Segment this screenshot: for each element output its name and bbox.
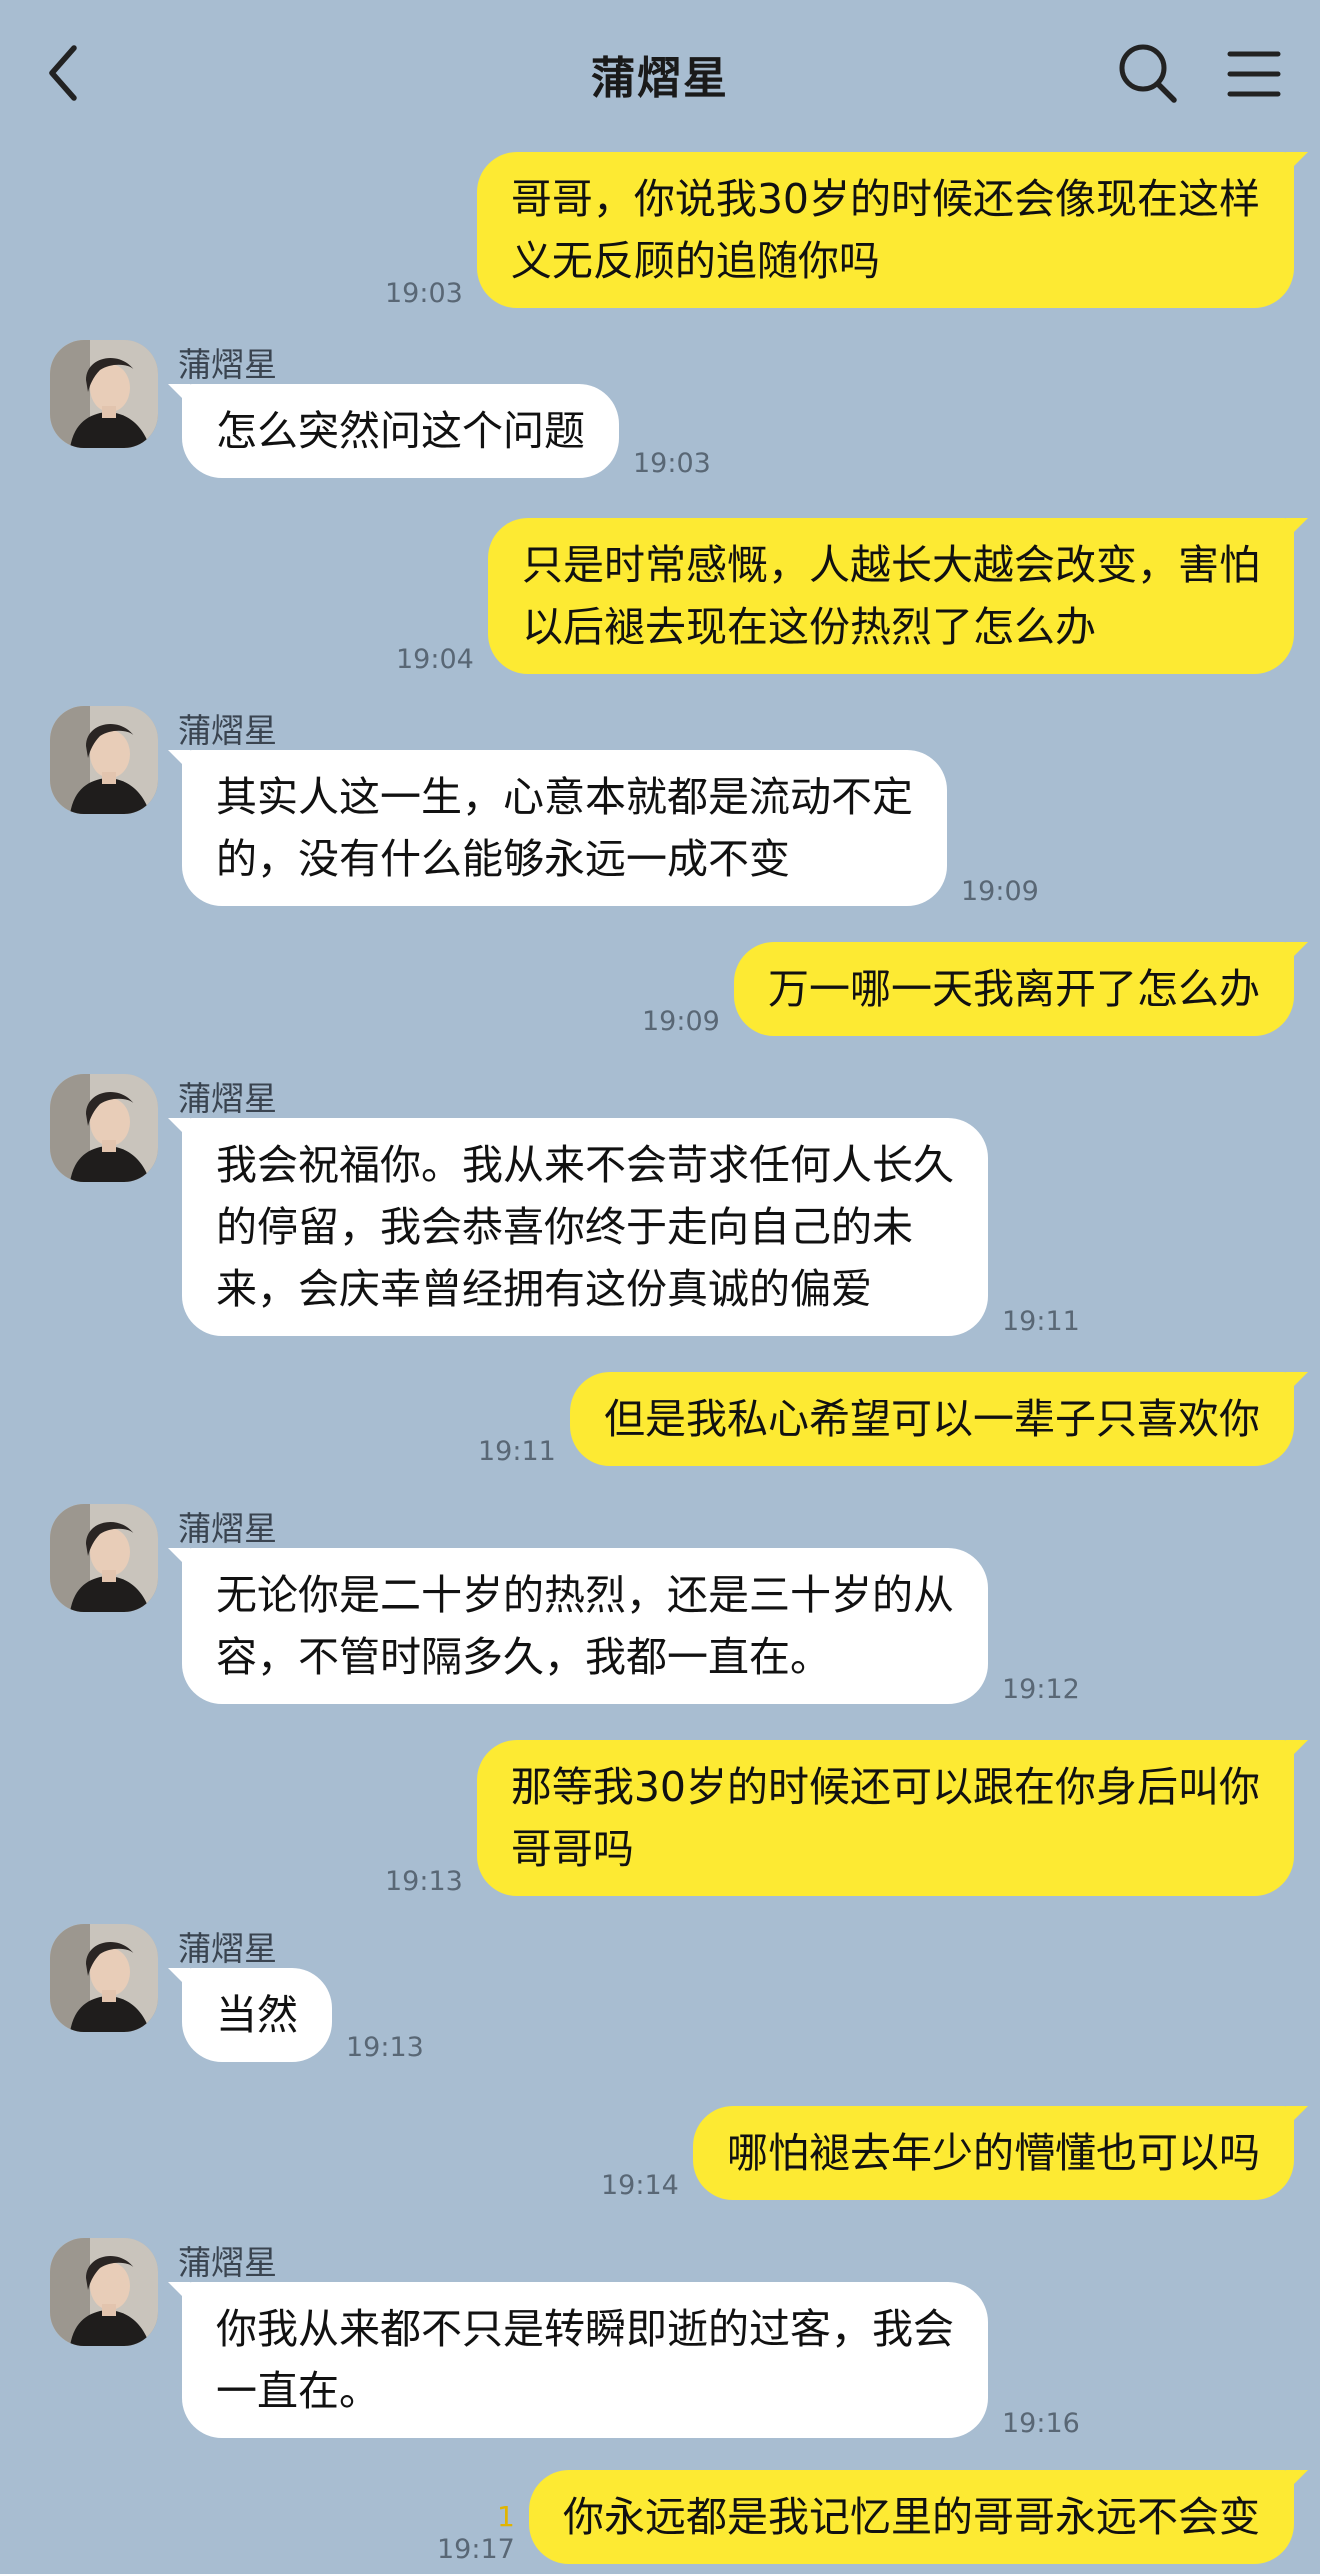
message-bubble[interactable]: 无论你是二十岁的热烈，还是三十岁的从 容，不管时隔多久，我都一直在。 bbox=[168, 1548, 988, 1704]
message-bubble[interactable]: 你我从来都不只是转瞬即逝的过客，我会 一直在。 bbox=[168, 2282, 988, 2438]
message-timestamp: 19:13 bbox=[385, 1866, 463, 1897]
menu-icon bbox=[1227, 51, 1281, 97]
sender-name: 蒲熠星 bbox=[178, 1929, 277, 1968]
avatar-image bbox=[50, 340, 158, 448]
avatar[interactable] bbox=[50, 2238, 158, 2346]
message-timestamp: 19:09 bbox=[961, 876, 1039, 907]
message-bubble[interactable]: 怎么突然问这个问题 bbox=[168, 384, 619, 478]
outgoing-message: 但是我私心希望可以一辈子只喜欢你 19:11 bbox=[0, 1372, 1320, 1467]
avatar[interactable] bbox=[50, 706, 158, 814]
message-bubble[interactable]: 当然 bbox=[168, 1968, 332, 2062]
message-timestamp: 19:11 bbox=[478, 1436, 556, 1467]
incoming-message: 蒲熠星 怎么突然问这个问题 19:03 bbox=[0, 338, 1320, 479]
incoming-message: 蒲熠星 其实人这一生，心意本就都是流动不定 的，没有什么能够永远一成不变 19:09 bbox=[0, 704, 1320, 907]
avatar-image bbox=[50, 2238, 158, 2346]
sender-name: 蒲熠星 bbox=[178, 345, 277, 384]
incoming-message: 蒲熠星 你我从来都不只是转瞬即逝的过客，我会 一直在。 19:16 bbox=[0, 2236, 1320, 2439]
message-timestamp: 19:16 bbox=[1002, 2408, 1080, 2439]
message-timestamp: 19:17 bbox=[437, 2534, 515, 2565]
message-timestamp: 19:12 bbox=[1002, 1674, 1080, 1705]
sender-name: 蒲熠星 bbox=[178, 711, 277, 750]
message-bubble[interactable]: 其实人这一生，心意本就都是流动不定 的，没有什么能够永远一成不变 bbox=[168, 750, 947, 906]
incoming-message: 蒲熠星 当然 19:13 bbox=[0, 1922, 1320, 2063]
unread-count: 1 bbox=[497, 2500, 515, 2533]
message-timestamp: 19:13 bbox=[346, 2032, 424, 2063]
avatar-image bbox=[50, 1924, 158, 2032]
message-timestamp: 19:11 bbox=[1002, 1306, 1080, 1337]
outgoing-message: 哥哥，你说我30岁的时候还会像现在这样 义无反顾的追随你吗 19:03 bbox=[0, 152, 1320, 309]
avatar[interactable] bbox=[50, 1924, 158, 2032]
sender-name: 蒲熠星 bbox=[178, 1509, 277, 1548]
menu-button[interactable] bbox=[1226, 44, 1282, 104]
avatar[interactable] bbox=[50, 1504, 158, 1612]
message-bubble[interactable]: 哪怕褪去年少的懵懂也可以吗 bbox=[693, 2106, 1308, 2200]
outgoing-message: 哪怕褪去年少的懵懂也可以吗 19:14 bbox=[0, 2106, 1320, 2201]
message-list[interactable]: 哥哥，你说我30岁的时候还会像现在这样 义无反顾的追随你吗 19:03 蒲熠星 怎么… bbox=[0, 148, 1320, 2574]
message-timestamp: 19:04 bbox=[396, 644, 474, 675]
sender-name: 蒲熠星 bbox=[178, 1079, 277, 1118]
message-bubble[interactable]: 你永远都是我记忆里的哥哥永远不会变 bbox=[529, 2470, 1308, 2564]
message-bubble[interactable]: 那等我30岁的时候还可以跟在你身后叫你 哥哥吗 bbox=[476, 1740, 1309, 1896]
avatar[interactable] bbox=[50, 1074, 158, 1182]
incoming-message: 蒲熠星 我会祝福你。我从来不会苛求任何人长久 的停留，我会恭喜你终于走向自己的未 … bbox=[0, 1072, 1320, 1337]
outgoing-message: 你永远都是我记忆里的哥哥永远不会变 19:17 1 bbox=[0, 2470, 1320, 2565]
message-bubble[interactable]: 只是时常感慨，人越长大越会改变，害怕 以后褪去现在这份热烈了怎么办 bbox=[488, 518, 1308, 674]
avatar-image bbox=[50, 706, 158, 814]
message-bubble[interactable]: 万一哪一天我离开了怎么办 bbox=[734, 942, 1308, 1036]
outgoing-message: 只是时常感慨，人越长大越会改变，害怕 以后褪去现在这份热烈了怎么办 19:04 bbox=[0, 518, 1320, 675]
message-bubble[interactable]: 我会祝福你。我从来不会苛求任何人长久 的停留，我会恭喜你终于走向自己的未 来，会… bbox=[168, 1118, 988, 1336]
message-bubble[interactable]: 但是我私心希望可以一辈子只喜欢你 bbox=[570, 1372, 1308, 1466]
incoming-message: 蒲熠星 无论你是二十岁的热烈，还是三十岁的从 容，不管时隔多久，我都一直在。 19:… bbox=[0, 1502, 1320, 1705]
message-timestamp: 19:09 bbox=[642, 1006, 720, 1037]
message-timestamp: 19:14 bbox=[601, 2170, 679, 2201]
sender-name: 蒲熠星 bbox=[178, 2243, 277, 2282]
message-timestamp: 19:03 bbox=[385, 278, 463, 309]
outgoing-message: 万一哪一天我离开了怎么办 19:09 bbox=[0, 942, 1320, 1037]
chat-header: 蒲熠星 bbox=[0, 0, 1320, 148]
search-button[interactable] bbox=[1116, 40, 1180, 106]
avatar[interactable] bbox=[50, 340, 158, 448]
avatar-image bbox=[50, 1074, 158, 1182]
message-bubble[interactable]: 哥哥，你说我30岁的时候还会像现在这样 义无反顾的追随你吗 bbox=[476, 152, 1309, 308]
message-timestamp: 19:03 bbox=[633, 448, 711, 479]
avatar-image bbox=[50, 1504, 158, 1612]
outgoing-message: 那等我30岁的时候还可以跟在你身后叫你 哥哥吗 19:13 bbox=[0, 1740, 1320, 1897]
search-icon bbox=[1119, 44, 1177, 103]
